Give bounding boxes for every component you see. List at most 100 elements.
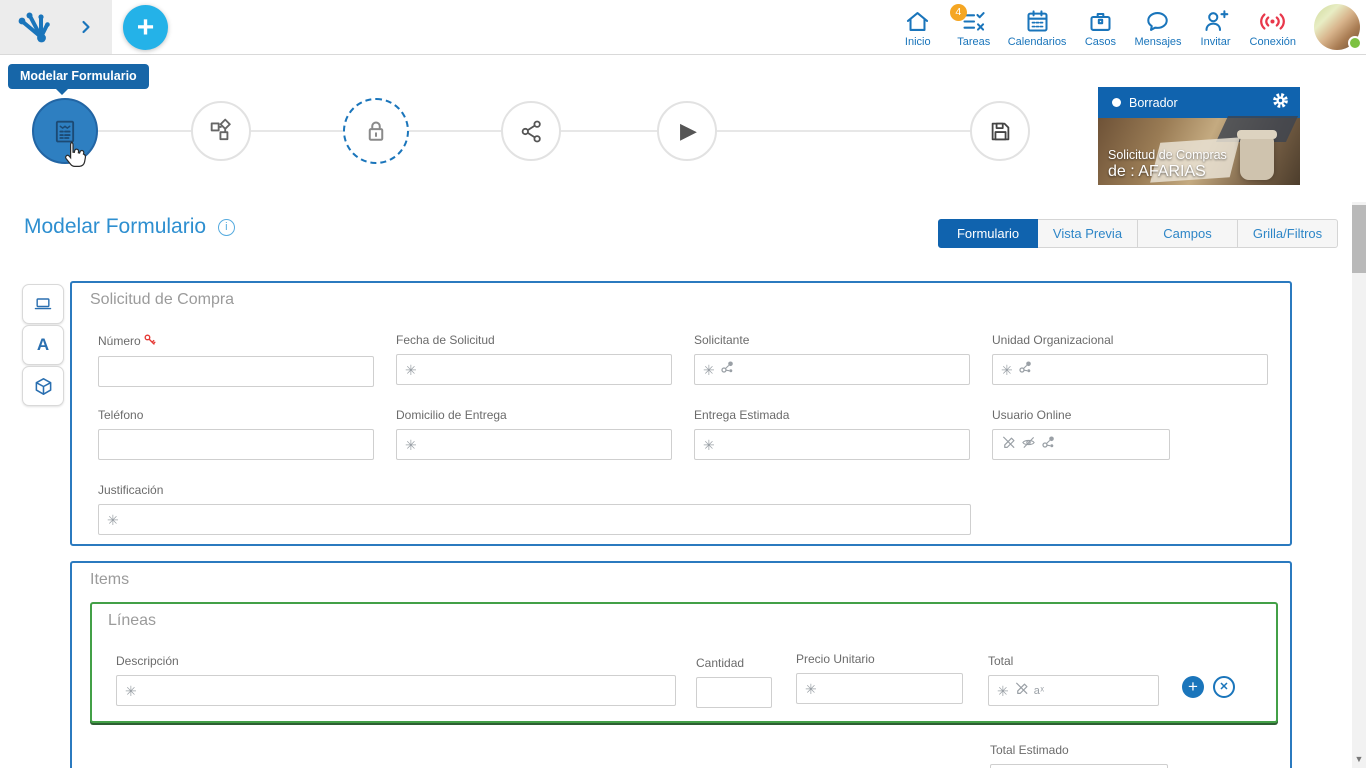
panel-title: Items bbox=[90, 571, 130, 588]
required-asterisk-icon: ✳ bbox=[703, 436, 715, 453]
nav-tareas[interactable]: 4 Tareas bbox=[946, 3, 1002, 53]
tab-campos[interactable]: Campos bbox=[1138, 219, 1238, 248]
nav-conexion[interactable]: Conexión bbox=[1244, 3, 1302, 53]
input-domicilio-entrega[interactable]: ✳ bbox=[396, 429, 672, 460]
tooltip-text: Modelar Formulario bbox=[20, 69, 137, 83]
required-asterisk-icon: ✳ bbox=[405, 436, 417, 453]
top-bar: + Inicio 4 Tareas Calendarios Casos Mens… bbox=[0, 0, 1366, 55]
field-unidad-organizacional: Unidad Organizacional ✳ bbox=[992, 333, 1268, 385]
nav-label: Calendarios bbox=[1007, 36, 1067, 48]
nav-label: Conexión bbox=[1249, 36, 1296, 48]
required-asterisk-icon: ✳ bbox=[997, 682, 1009, 699]
stepper-connector bbox=[98, 130, 191, 132]
no-edit-pencil-icon bbox=[1014, 681, 1029, 701]
model-status-card[interactable]: Borrador Solicitud de Compras de : AFARI… bbox=[1098, 87, 1300, 185]
panel-items[interactable]: Items Líneas Descripción ✳ Cantidad Prec… bbox=[70, 561, 1292, 768]
nav-casos[interactable]: Casos bbox=[1072, 3, 1128, 53]
step-tooltip: Modelar Formulario bbox=[8, 64, 149, 95]
stepper-connector bbox=[717, 130, 970, 132]
play-icon: ▶ bbox=[680, 118, 697, 143]
nav-invitar[interactable]: Invitar bbox=[1188, 3, 1244, 53]
create-new-button[interactable]: + bbox=[123, 5, 168, 50]
nav-inicio[interactable]: Inicio bbox=[890, 3, 946, 53]
view-tabs: Formulario Vista Previa Campos Grilla/Fi… bbox=[938, 219, 1338, 248]
field-label: Entrega Estimada bbox=[694, 408, 790, 422]
tool-text-button[interactable]: A bbox=[22, 325, 64, 365]
input-total[interactable]: ✳ aˣ bbox=[988, 675, 1159, 706]
input-descripcion[interactable]: ✳ bbox=[116, 675, 676, 706]
field-label: Unidad Organizacional bbox=[992, 333, 1114, 347]
app-root: + Inicio 4 Tareas Calendarios Casos Mens… bbox=[0, 0, 1366, 768]
tab-vista-previa[interactable]: Vista Previa bbox=[1038, 219, 1138, 248]
nav-calendarios[interactable]: Calendarios bbox=[1002, 3, 1073, 53]
input-unidad-organizacional[interactable]: ✳ bbox=[992, 354, 1268, 385]
expand-chevron-icon[interactable] bbox=[76, 17, 96, 42]
field-cantidad: Cantidad bbox=[696, 656, 772, 708]
field-label: Cantidad bbox=[696, 656, 745, 670]
required-asterisk-icon: ✳ bbox=[125, 682, 137, 699]
tool-component-button[interactable] bbox=[22, 366, 64, 406]
laptop-icon bbox=[34, 298, 52, 310]
field-label: Precio Unitario bbox=[796, 652, 875, 666]
step-ejecutar[interactable]: ▶ bbox=[657, 101, 717, 161]
input-solicitante[interactable]: ✳ bbox=[694, 354, 970, 385]
connection-signal-icon bbox=[1260, 13, 1286, 30]
field-precio-unitario: Precio Unitario ✳ bbox=[796, 652, 963, 704]
relation-icon bbox=[1041, 435, 1055, 454]
brand-logo-icon[interactable] bbox=[14, 10, 52, 51]
nav-mensajes[interactable]: Mensajes bbox=[1128, 3, 1187, 53]
input-total-estimado[interactable] bbox=[990, 764, 1168, 768]
user-avatar[interactable] bbox=[1314, 4, 1362, 50]
step-guardar[interactable] bbox=[970, 101, 1030, 161]
scrollbar-thumb[interactable] bbox=[1352, 205, 1366, 273]
input-telefono[interactable] bbox=[98, 429, 374, 460]
status-dot bbox=[1112, 98, 1121, 107]
step-modelar-formulario[interactable] bbox=[32, 98, 98, 164]
panel-lineas[interactable]: Líneas Descripción ✳ Cantidad Precio Uni… bbox=[90, 602, 1278, 723]
info-icon[interactable]: i bbox=[217, 219, 235, 236]
input-cantidad[interactable] bbox=[696, 677, 772, 708]
gear-icon[interactable] bbox=[1271, 91, 1290, 115]
scroll-down-arrow[interactable]: ▼ bbox=[1352, 752, 1366, 766]
step-compartir[interactable] bbox=[501, 101, 561, 161]
field-label: Número bbox=[98, 333, 374, 349]
panel-solicitud-de-compra[interactable]: Solicitud de Compra Número Fecha de Soli… bbox=[70, 281, 1292, 546]
input-justificacion[interactable]: ✳ bbox=[98, 504, 971, 535]
field-label: Teléfono bbox=[98, 408, 144, 422]
input-precio-unitario[interactable]: ✳ bbox=[796, 673, 963, 704]
field-domicilio-entrega: Domicilio de Entrega ✳ bbox=[396, 408, 672, 460]
remove-line-button[interactable]: ✕ bbox=[1213, 676, 1235, 698]
tool-screen-button[interactable] bbox=[22, 284, 64, 324]
field-label: Descripción bbox=[116, 654, 179, 668]
designer-tool-palette: A bbox=[22, 284, 64, 407]
card-subtitle: de : AFARIAS bbox=[1108, 163, 1206, 180]
field-label: Fecha de Solicitud bbox=[396, 333, 495, 347]
hidden-eye-icon bbox=[1021, 435, 1036, 455]
cube-icon bbox=[35, 377, 51, 395]
tab-grilla-filtros[interactable]: Grilla/Filtros bbox=[1238, 219, 1338, 248]
status-label: Borrador bbox=[1129, 95, 1178, 110]
add-line-button[interactable]: + bbox=[1182, 676, 1204, 698]
panel-title: Líneas bbox=[108, 612, 157, 629]
person-add-icon bbox=[1205, 10, 1229, 31]
step-permisos[interactable] bbox=[343, 98, 409, 164]
formula-icon: aˣ bbox=[1033, 684, 1045, 697]
field-fecha-solicitud: Fecha de Solicitud ✳ bbox=[396, 333, 672, 385]
input-usuario-online[interactable] bbox=[992, 429, 1170, 460]
required-asterisk-icon: ✳ bbox=[1001, 361, 1013, 378]
input-numero[interactable] bbox=[98, 356, 374, 387]
key-icon bbox=[143, 334, 156, 349]
photo-coffee-cup-shape bbox=[1237, 130, 1277, 180]
vertical-scrollbar[interactable]: ▼ bbox=[1352, 202, 1366, 768]
input-entrega-estimada[interactable]: ✳ bbox=[694, 429, 970, 460]
status-card-header: Borrador bbox=[1098, 87, 1300, 118]
line-actions: + ✕ bbox=[1182, 676, 1235, 698]
panel-title: Solicitud de Compra bbox=[90, 291, 235, 308]
nav-label: Casos bbox=[1084, 36, 1117, 48]
step-modelar-proceso[interactable] bbox=[191, 101, 251, 161]
chat-icon bbox=[1147, 12, 1169, 31]
briefcase-icon bbox=[1090, 12, 1111, 31]
field-label: Total Estimado bbox=[990, 743, 1069, 757]
input-fecha-solicitud[interactable]: ✳ bbox=[396, 354, 672, 385]
tab-formulario[interactable]: Formulario bbox=[938, 219, 1038, 248]
